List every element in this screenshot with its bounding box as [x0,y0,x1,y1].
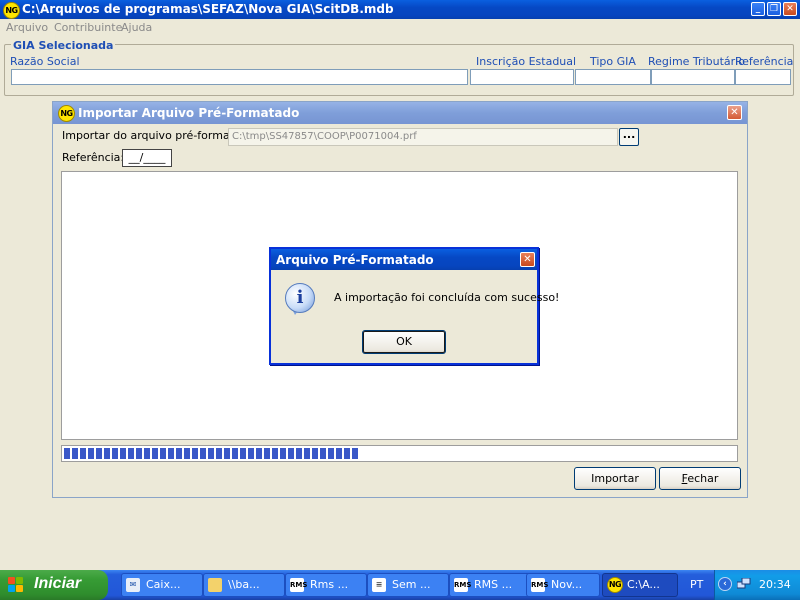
group-legend: GIA Selecionada [11,39,116,52]
progress-fill [64,448,360,459]
minimize-icon[interactable]: _ [751,2,765,16]
browse-button[interactable]: ... [619,128,639,146]
chevron-left-icon[interactable]: ‹ [718,577,732,591]
ref-label: Referência: [62,151,125,164]
system-tray: ‹ 20:34 [714,570,800,600]
message-box: Arquivo Pré-Formatado ✕ i A importação f… [269,247,559,365]
taskbar-button[interactable]: RMS RMS ... [449,573,531,597]
taskbar-button[interactable]: \\ba... [203,573,285,597]
label-referencia: Referência [735,55,794,68]
import-dialog-title: Importar Arquivo Pré-Formatado [78,106,300,120]
label-razao-social: Razão Social [10,55,80,68]
taskbar-button-label: \\ba... [228,578,260,591]
clock[interactable]: 20:34 [759,578,791,591]
message-text: A importação foi concluída com sucesso! [334,291,560,304]
close-icon[interactable]: ✕ [520,252,535,267]
import-dialog-titlebar[interactable]: NG Importar Arquivo Pré-Formatado ✕ [53,102,747,124]
message-box-title: Arquivo Pré-Formatado [276,253,434,267]
import-progress-bar [61,445,738,462]
taskbar-button[interactable]: RMS Nov... [526,573,600,597]
ng-icon: NG [607,577,623,593]
folder-icon [208,578,222,592]
info-icon: i [285,283,315,313]
menu-arquivo[interactable]: Arquivo [6,21,48,34]
main-window-title: C:\Arquivos de programas\SEFAZ\Nova GIA\… [22,2,394,16]
close-button[interactable]: Fechar [659,467,741,490]
network-icon[interactable] [737,578,751,590]
ng-app-icon: NG [3,2,20,19]
notepad-icon: ≡ [372,578,386,592]
menu-ajuda[interactable]: Ajuda [121,21,152,34]
label-tipo-gia: Tipo GIA [590,55,636,68]
import-button[interactable]: Importar [574,467,656,490]
file-path-input[interactable]: C:\tmp\SS47857\COOP\P0071004.prf [228,128,618,146]
field-tipo-gia [575,69,651,85]
menubar: Arquivo Contribuinte Ajuda [0,19,800,37]
taskbar-button-label: Rms ... [310,578,349,591]
close-icon[interactable]: ✕ [783,2,797,16]
menu-contribuinte[interactable]: Contribuinte [54,21,122,34]
label-regime-tributario: Regime Tributário [648,55,745,68]
field-inscricao-estadual [470,69,574,85]
taskbar-button-label: Sem ... [392,578,431,591]
ng-dialog-icon: NG [58,105,75,122]
start-button[interactable]: Iniciar [0,570,108,600]
outlook-icon: ✉ [126,578,140,592]
gia-selected-group: GIA Selecionada Razão Social Inscrição E… [4,39,794,96]
close-button-label: Fechar [681,472,719,485]
rms-icon: RMS [454,578,471,592]
taskbar-button[interactable]: ≡ Sem ... [367,573,449,597]
taskbar-button-label: C:\A... [627,578,660,591]
taskbar: Iniciar ✉ Caix... \\ba... RMS Rms ... ≡ … [0,570,800,600]
message-box-titlebar[interactable]: Arquivo Pré-Formatado ✕ [271,249,537,270]
language-indicator[interactable]: PT [690,578,703,591]
field-regime-tributario [651,69,735,85]
taskbar-button-label: Nov... [551,578,583,591]
close-icon[interactable]: ✕ [727,105,742,120]
windows-flag-icon [8,577,24,593]
label-inscricao-estadual: Inscrição Estadual [476,55,577,68]
taskbar-button-label: RMS ... [474,578,513,591]
rms-icon: RMS [290,578,307,592]
start-label: Iniciar [34,575,82,592]
restore-icon[interactable]: ❐ [767,2,781,16]
taskbar-button-label: Caix... [146,578,181,591]
rms-icon: RMS [531,578,548,592]
main-titlebar[interactable]: NG C:\Arquivos de programas\SEFAZ\Nova G… [0,0,800,19]
taskbar-button[interactable]: RMS Rms ... [285,573,367,597]
ok-button[interactable]: OK [362,330,446,354]
taskbar-button-active[interactable]: NG C:\A... [602,573,678,597]
field-referencia [735,69,791,85]
taskbar-button[interactable]: ✉ Caix... [121,573,203,597]
field-razao-social [11,69,468,85]
ref-input[interactable]: __/____ [122,149,172,167]
